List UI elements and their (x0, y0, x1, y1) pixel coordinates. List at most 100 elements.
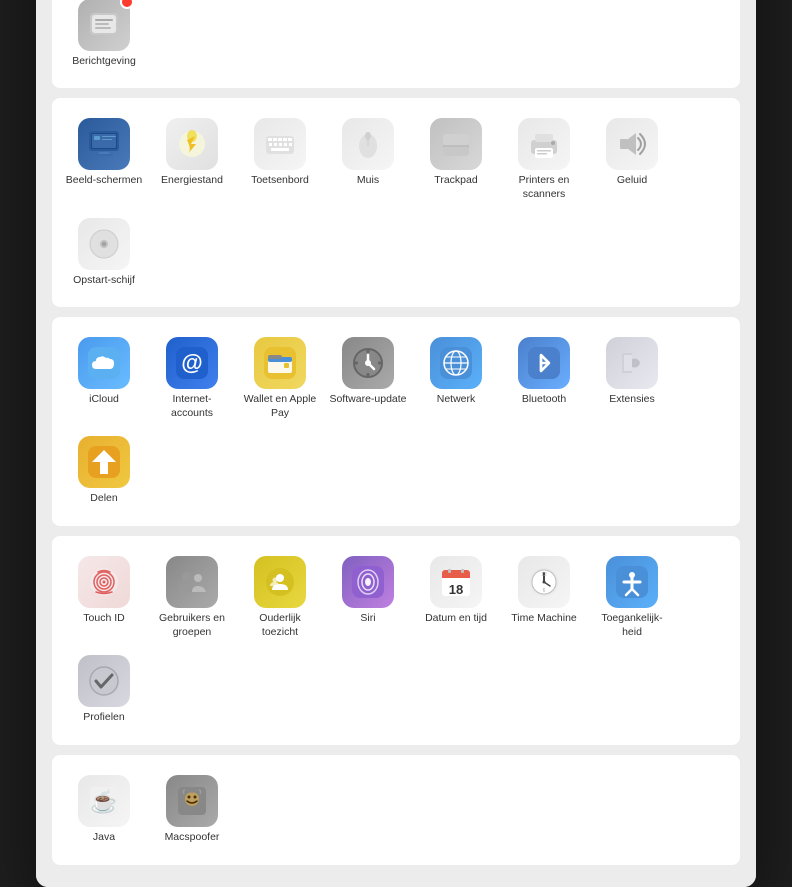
icon-item-muis[interactable]: Muis (324, 110, 412, 209)
icon-item-profielen[interactable]: Profielen (60, 647, 148, 733)
icon-item-internet[interactable]: @ Internet-accounts (148, 329, 236, 428)
svg-text:@: @ (181, 350, 202, 375)
label-java: Java (93, 831, 115, 845)
icon-icloud (78, 337, 130, 389)
label-bluetooth: Bluetooth (522, 393, 566, 407)
label-siri: Siri (360, 612, 375, 626)
section-system: Touch ID Gebruikers en groepen (52, 536, 740, 745)
icon-bluetooth (518, 337, 570, 389)
icon-item-software[interactable]: Software-update (324, 329, 412, 428)
icon-toetsenbord (254, 118, 306, 170)
icon-item-ouderlijk[interactable]: Ouderlijk toezicht (236, 548, 324, 647)
label-toetsenbord: Toetsenbord (251, 174, 309, 188)
siri-icon-svg (350, 564, 386, 600)
main-window: ‹ › Systeemvoorkeuren 🔍 Zoek (36, 0, 756, 887)
icon-item-printers[interactable]: Printers en scanners (500, 110, 588, 209)
section1-grid: Algemeen (60, 0, 732, 76)
geluid-icon-svg (614, 126, 650, 162)
icon-beeldsch (78, 118, 130, 170)
label-icloud: iCloud (89, 393, 119, 407)
icon-netwerk (430, 337, 482, 389)
svg-text:☕: ☕ (90, 788, 117, 814)
label-software: Software-update (329, 393, 406, 407)
icon-ouderlijk (254, 556, 306, 608)
netwerk-icon-svg (438, 345, 474, 381)
section3-grid: iCloud @ Internet-accounts (60, 329, 732, 514)
icon-item-toetsenbord[interactable]: Toetsenbord (236, 110, 324, 209)
label-beeldsch: Beeld-schermen (66, 174, 142, 188)
label-gebruikers: Gebruikers en groepen (152, 612, 232, 639)
icon-java: ☕ (78, 775, 130, 827)
label-netwerk: Netwerk (437, 393, 476, 407)
touchid-icon-svg (86, 564, 122, 600)
toetsenbord-icon-svg (262, 126, 298, 162)
label-wallet: Wallet en Apple Pay (240, 393, 320, 420)
icon-item-netwerk[interactable]: Netwerk (412, 329, 500, 428)
icon-wallet (254, 337, 306, 389)
icon-gebruikers (166, 556, 218, 608)
svg-text:6: 6 (543, 588, 546, 594)
printers-icon-svg (526, 126, 562, 162)
label-trackpad: Trackpad (434, 174, 477, 188)
section-other: ☕ Java (52, 755, 740, 865)
section-general: Algemeen (52, 0, 740, 88)
icon-item-wallet[interactable]: Wallet en Apple Pay (236, 329, 324, 428)
icon-item-touchid[interactable]: Touch ID (60, 548, 148, 647)
label-time: Time Machine (511, 612, 577, 626)
label-profielen: Profielen (83, 711, 124, 725)
icon-delen (78, 436, 130, 488)
section-internet: iCloud @ Internet-accounts (52, 317, 740, 526)
icon-item-datum[interactable]: 18 Datum en tijd (412, 548, 500, 647)
icon-item-toegankelijk[interactable]: Toegankelijk-heid (588, 548, 676, 647)
macspoofer-icon-svg (174, 783, 210, 819)
datum-icon-svg: 18 (438, 564, 474, 600)
icon-profielen (78, 655, 130, 707)
icon-touchid (78, 556, 130, 608)
beeldsch-icon-svg (86, 126, 122, 162)
icon-item-beeldsch[interactable]: Beeld-schermen (60, 110, 148, 209)
icon-item-opstart[interactable]: Opstart-schijf (60, 210, 148, 296)
label-geluid: Geluid (617, 174, 647, 188)
icon-berichtgeving (78, 0, 130, 51)
icon-item-energie[interactable]: Energiestand (148, 110, 236, 209)
svg-text:18: 18 (449, 582, 463, 597)
icon-muis (342, 118, 394, 170)
label-macspoofer: Macspoofer (165, 831, 220, 845)
icon-item-trackpad[interactable]: Trackpad (412, 110, 500, 209)
label-ouderlijk: Ouderlijk toezicht (240, 612, 320, 639)
icon-item-siri[interactable]: Siri (324, 548, 412, 647)
extensies-icon-svg (614, 345, 650, 381)
icloud-icon-svg (86, 345, 122, 381)
icon-item-java[interactable]: ☕ Java (60, 767, 148, 853)
opstart-icon-svg (86, 226, 122, 262)
bluetooth-icon-svg (526, 345, 562, 381)
label-berichtgeving: Berichtgeving (72, 55, 136, 69)
java-icon-svg: ☕ (86, 783, 122, 819)
label-printers: Printers en scanners (504, 174, 584, 201)
icon-macspoofer (166, 775, 218, 827)
notification-badge (120, 0, 134, 9)
icon-internet: @ (166, 337, 218, 389)
software-icon-svg (350, 345, 386, 381)
content-area: Algemeen (36, 0, 756, 887)
icon-item-delen[interactable]: Delen (60, 428, 148, 514)
icon-extensies (606, 337, 658, 389)
icon-item-time[interactable]: 12 6 Time Machine (500, 548, 588, 647)
icon-opstart (78, 218, 130, 270)
time-icon-svg: 12 6 (526, 564, 562, 600)
icon-time: 12 6 (518, 556, 570, 608)
trackpad-icon-svg (438, 126, 474, 162)
ouderlijk-icon-svg (262, 564, 298, 600)
icon-item-icloud[interactable]: iCloud (60, 329, 148, 428)
energie-icon-svg (174, 126, 210, 162)
internet-icon-svg: @ (174, 345, 210, 381)
icon-item-extensies[interactable]: Extensies (588, 329, 676, 428)
icon-item-geluid[interactable]: Geluid (588, 110, 676, 209)
muis-icon-svg (350, 126, 386, 162)
gebruikers-icon-svg (174, 564, 210, 600)
icon-item-gebruikers[interactable]: Gebruikers en groepen (148, 548, 236, 647)
icon-item-berichtgeving[interactable]: Berichtgeving (60, 0, 148, 76)
icon-item-macspoofer[interactable]: Macspoofer (148, 767, 236, 853)
icon-item-bluetooth[interactable]: Bluetooth (500, 329, 588, 428)
label-opstart: Opstart-schijf (73, 274, 135, 288)
